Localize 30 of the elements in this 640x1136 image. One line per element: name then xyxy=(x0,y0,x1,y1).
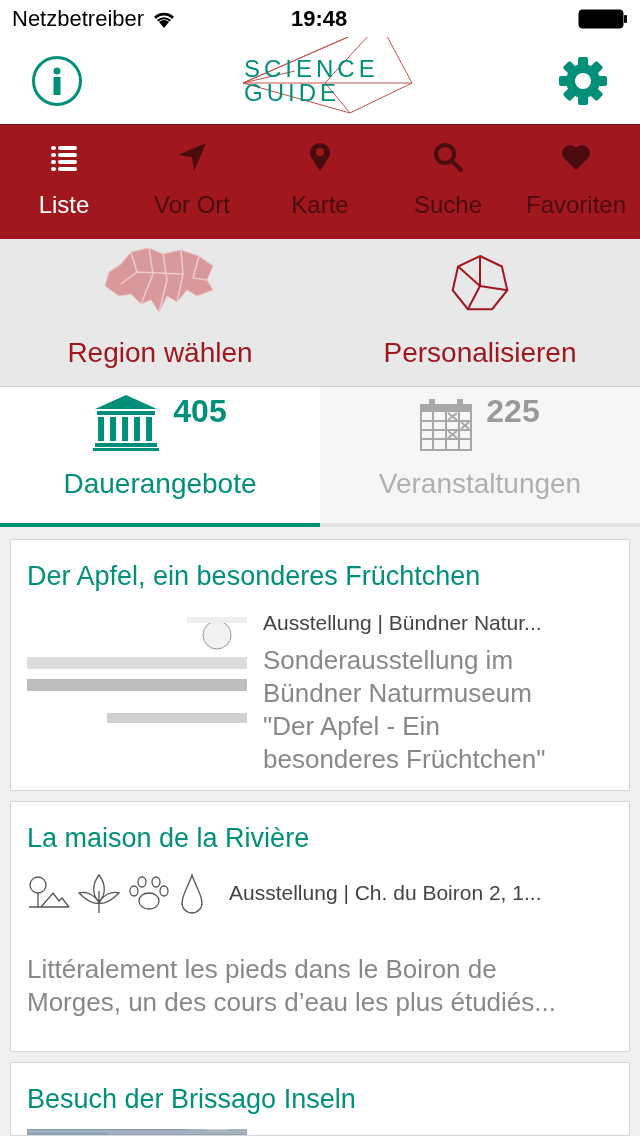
card-title: Der Apfel, ein besonderes Früchtchen xyxy=(27,560,482,593)
clock-time: 19:48 xyxy=(291,5,348,33)
segment-label: Veranstaltungen xyxy=(378,467,582,501)
calendar-icon xyxy=(420,399,473,451)
segment-label: Dauerangebote xyxy=(63,467,257,501)
location-icon xyxy=(176,140,208,173)
segment-tab[interactable]: 225 Veranstaltungen xyxy=(320,387,640,527)
carrier-name: Netzbetreiber xyxy=(12,5,145,33)
battery-icon xyxy=(578,8,628,29)
segment-tab[interactable]: 405 Dauerangebote xyxy=(0,387,320,527)
card-title: Besuch der Brissago Inseln xyxy=(27,1082,357,1116)
count-label: 405 xyxy=(173,392,227,431)
card-meta: Ausstellung | Bündner Natur... xyxy=(263,609,543,636)
filter-button[interactable]: Personalisieren xyxy=(320,238,640,386)
info-icon xyxy=(52,66,62,95)
card-meta: Ausstellung | Ch. du Boiron 2, 1... xyxy=(229,879,542,906)
list-card[interactable]: La maison de la Rivière Ausstellung | Ch. du Boiron 2, 1... Littéralement les pieds dans le Boiron de Morges, un des cours d’eau les plus étudiés... xyxy=(10,801,630,1052)
card-description: Sonderausstellung im Bündner Naturmuseum "Der Apfel - Ein besonderes Früchtchen" xyxy=(263,644,547,776)
settings-icon xyxy=(558,55,608,106)
search-icon xyxy=(432,140,464,173)
museum-icon xyxy=(93,395,160,451)
info-button[interactable] xyxy=(32,55,82,106)
list-card[interactable]: Der Apfel, ein besonderes Früchtchen Ausstellung | Bündner Natur... Sonderausstellung im Bündner Naturmuseum "Der Apfel - Ein besonderes Früchtchen" xyxy=(10,539,630,791)
settings-button[interactable] xyxy=(558,55,608,106)
filter-button[interactable]: Region wählen xyxy=(0,238,320,386)
list-card[interactable]: Besuch der Brissago Inseln xyxy=(10,1061,630,1136)
card-description: Littéralement les pieds dans le Boiron de Morges, un des cours d’eau les plus étudiés... xyxy=(27,952,557,1019)
nav-tab[interactable]: Liste xyxy=(0,125,128,239)
count-label: 225 xyxy=(486,392,540,431)
card-title: La maison de la Rivière xyxy=(27,822,311,855)
